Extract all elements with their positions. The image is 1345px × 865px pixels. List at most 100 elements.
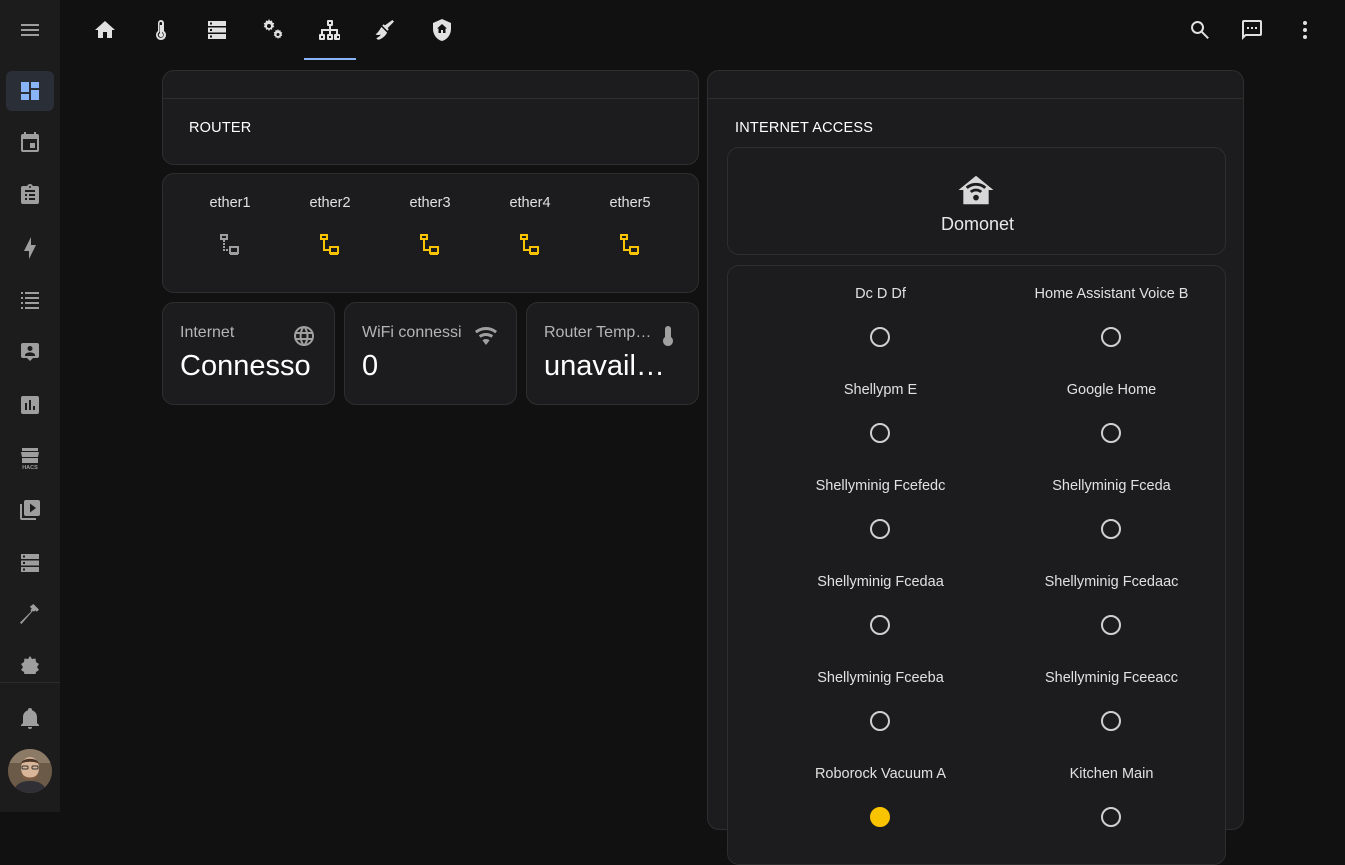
broom-icon: [375, 20, 394, 40]
hacs-store-icon: HACS: [21, 448, 39, 470]
tile-wifi[interactable]: WiFi connessi 0: [344, 302, 517, 405]
sidebar-item-calendar[interactable]: [6, 123, 54, 163]
settings-cog-icon: [21, 656, 39, 674]
device-toggle[interactable]: [870, 327, 890, 347]
device-dc-d-df[interactable]: Dc D Df: [765, 266, 996, 362]
avatar[interactable]: [8, 749, 52, 793]
tile-value: unavailable: [544, 350, 669, 382]
tile-name: WiFi connessi: [362, 324, 462, 341]
tab-servers[interactable]: [191, 0, 243, 60]
sidebar: HACS: [0, 0, 60, 812]
sidebar-item-history[interactable]: [6, 385, 54, 425]
menu-button[interactable]: [6, 10, 54, 50]
web-globe-icon: [292, 324, 316, 348]
port-ether5[interactable]: ether5: [580, 174, 680, 292]
device-toggle[interactable]: [1101, 423, 1121, 443]
device-toggle[interactable]: [870, 711, 890, 731]
port-ether3[interactable]: ether3: [380, 174, 480, 292]
dashboard-icon: [21, 82, 39, 100]
home-wifi-icon: [958, 175, 994, 205]
devices-card: Dc D Df Home Assistant Voice B Shellypm …: [727, 265, 1226, 865]
logbook-list-icon: [21, 292, 39, 309]
card-top-strip: [163, 71, 698, 99]
device-kitchen-main[interactable]: Kitchen Main: [996, 746, 1227, 842]
tab-cleaning[interactable]: [359, 0, 411, 60]
calendar-icon: [21, 132, 39, 152]
svg-text:HACS: HACS: [22, 465, 38, 470]
assist-button[interactable]: [1231, 9, 1273, 51]
tile-internet[interactable]: Internet Connesso: [162, 302, 335, 405]
port-ether4[interactable]: ether4: [480, 174, 580, 292]
device-shellyminig-fcefedc[interactable]: Shellyminig Fcefedc: [765, 458, 996, 554]
device-name: Shellyminig Fceda: [1052, 478, 1171, 494]
ethernet-port-icon: [420, 234, 439, 255]
tab-network[interactable]: [304, 0, 356, 60]
tab-security[interactable]: [416, 0, 468, 60]
sidebar-item-media[interactable]: [6, 490, 54, 530]
wifi-icon: [474, 324, 498, 348]
device-name: Shellyminig Fcedaa: [817, 574, 944, 590]
card-top-strip: [708, 71, 1243, 99]
home-icon: [95, 21, 115, 38]
device-name: Shellyminig Fceeba: [817, 670, 944, 686]
sidebar-item-server[interactable]: [6, 543, 54, 583]
history-chart-icon: [21, 396, 39, 414]
shield-home-icon: [433, 19, 451, 41]
tile-name: Router Temperatura: [544, 324, 654, 341]
device-name: Home Assistant Voice B: [1034, 286, 1189, 302]
device-shellypm-e[interactable]: Shellypm E: [765, 362, 996, 458]
tab-climate[interactable]: [135, 0, 187, 60]
thermometer-icon: [156, 20, 166, 40]
device-toggle[interactable]: [870, 615, 890, 635]
device-home-assistant-voice[interactable]: Home Assistant Voice B: [996, 266, 1227, 362]
more-options-button[interactable]: [1284, 9, 1326, 51]
more-vertical-icon: [1303, 21, 1307, 39]
device-name: Kitchen Main: [1069, 766, 1154, 782]
network-name: Domonet: [940, 214, 1015, 234]
device-roborock-vacuum[interactable]: Roborock Vacuum A: [765, 746, 996, 842]
media-play-icon: [20, 500, 40, 520]
tile-router-temperature[interactable]: Router Temperatura unavailable: [526, 302, 699, 405]
tab-automation[interactable]: [247, 0, 299, 60]
device-google-home[interactable]: Google Home: [996, 362, 1227, 458]
device-toggle[interactable]: [1101, 327, 1121, 347]
sidebar-item-people[interactable]: [6, 332, 54, 372]
device-toggle[interactable]: [1101, 615, 1121, 635]
person-card-icon: [21, 343, 39, 361]
device-shellyminig-fceeba[interactable]: Shellyminig Fceeba: [765, 650, 996, 746]
device-name: Shellyminig Fcedaac: [1044, 574, 1179, 590]
device-toggle[interactable]: [870, 807, 890, 827]
notifications-button[interactable]: [6, 698, 54, 738]
device-shellyminig-fcedaac[interactable]: Shellyminig Fcedaac: [996, 554, 1227, 650]
device-name: Shellyminig Fceeacc: [1045, 670, 1178, 686]
ethernet-port-icon: [520, 234, 539, 255]
device-toggle[interactable]: [1101, 711, 1121, 731]
device-name: Dc D Df: [855, 286, 906, 302]
device-toggle[interactable]: [1101, 519, 1121, 539]
sidebar-item-developer-tools[interactable]: [6, 595, 54, 635]
network-card[interactable]: Domonet: [727, 147, 1226, 255]
sidebar-item-logbook[interactable]: [6, 280, 54, 320]
device-toggle[interactable]: [870, 519, 890, 539]
router-header-card: ROUTER: [162, 70, 699, 165]
device-shellyminig-fceda[interactable]: Shellyminig Fceda: [996, 458, 1227, 554]
device-shellyminig-fcedaa[interactable]: Shellyminig Fcedaa: [765, 554, 996, 650]
port-ether1[interactable]: ether1: [180, 174, 280, 292]
device-toggle[interactable]: [870, 423, 890, 443]
search-button[interactable]: [1179, 9, 1221, 51]
sidebar-item-todo[interactable]: [6, 175, 54, 215]
developer-hammer-icon: [20, 604, 39, 624]
sidebar-item-hacs[interactable]: HACS: [6, 438, 54, 478]
thermometer-icon: [656, 324, 680, 348]
sidebar-item-settings[interactable]: [6, 644, 54, 674]
tile-name: Internet: [180, 324, 235, 341]
tab-home[interactable]: [79, 0, 131, 60]
device-toggle[interactable]: [1101, 807, 1121, 827]
menu-icon: [21, 24, 39, 36]
sidebar-item-energy[interactable]: [6, 228, 54, 268]
port-label: ether2: [309, 195, 351, 211]
sidebar-item-overview[interactable]: [6, 71, 54, 111]
port-ether2[interactable]: ether2: [280, 174, 380, 292]
device-shellyminig-fceeacc[interactable]: Shellyminig Fceeacc: [996, 650, 1227, 746]
server-icon: [21, 554, 39, 572]
